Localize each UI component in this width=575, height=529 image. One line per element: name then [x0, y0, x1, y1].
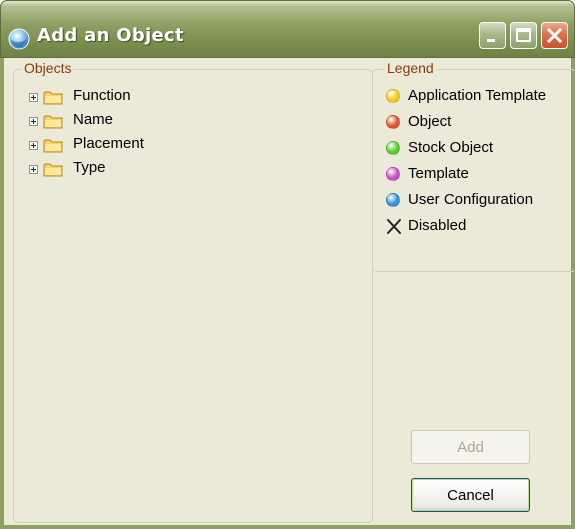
folder-icon	[43, 139, 63, 153]
maximize-button[interactable]	[510, 22, 537, 49]
close-icon	[546, 27, 563, 44]
legend-label: Object	[408, 113, 452, 130]
legend-group-label: Legend	[385, 60, 436, 76]
close-button[interactable]	[541, 22, 568, 49]
red-dot-icon	[386, 115, 400, 129]
expand-icon[interactable]	[29, 141, 38, 150]
green-dot-icon	[386, 141, 400, 155]
add-object-window: Add an Object Objects Function Name Plac…	[0, 0, 575, 529]
cancel-button[interactable]: Cancel	[411, 478, 530, 512]
expand-icon[interactable]	[29, 117, 38, 126]
legend-group: Legend Application Template Object Stock…	[372, 60, 575, 272]
window-title: Add an Object	[37, 25, 184, 46]
legend-label: User Configuration	[408, 191, 534, 208]
legend-label: Disabled	[408, 217, 467, 234]
tree-item-label: Function	[73, 87, 131, 104]
expand-icon[interactable]	[29, 165, 38, 174]
tree-item-label: Type	[73, 159, 106, 176]
folder-icon	[43, 91, 63, 105]
objects-group-label: Objects	[22, 60, 74, 76]
blue-dot-icon	[386, 193, 400, 207]
minimize-button[interactable]	[479, 22, 506, 49]
yellow-dot-icon	[386, 89, 400, 103]
add-button[interactable]: Add	[411, 430, 530, 464]
dialog-body: Objects Function Name Placement Type Leg…	[0, 58, 575, 529]
tree-item-label: Placement	[73, 135, 144, 152]
maximize-icon	[516, 28, 531, 42]
magenta-dot-icon	[386, 167, 400, 181]
app-globe-icon	[8, 28, 30, 50]
legend-label: Application Template	[408, 87, 547, 104]
title-bar[interactable]: Add an Object	[0, 0, 575, 58]
expand-icon[interactable]	[29, 93, 38, 102]
legend-label: Stock Object	[408, 139, 494, 156]
minimize-icon	[487, 39, 495, 42]
legend-label: Template	[408, 165, 469, 182]
objects-group: Objects Function Name Placement Type	[13, 60, 373, 523]
folder-icon	[43, 163, 63, 177]
folder-icon	[43, 115, 63, 129]
x-mark-icon	[387, 219, 401, 234]
tree-item-label: Name	[73, 111, 114, 128]
